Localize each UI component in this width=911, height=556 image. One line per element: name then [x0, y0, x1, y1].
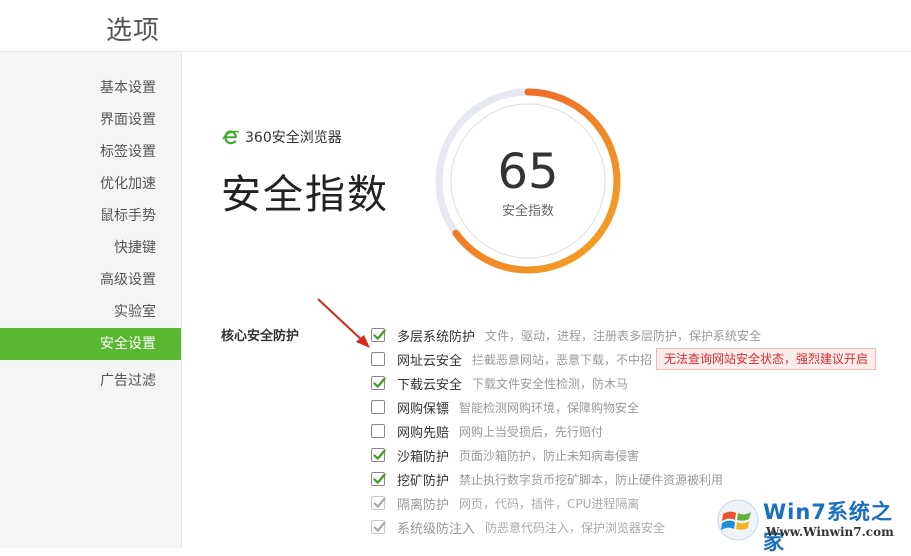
checkbox-multi-layer-protection[interactable]	[371, 328, 386, 342]
option-description: 下载文件安全性检测，防木马	[472, 376, 629, 391]
option-name: 沙箱防护	[397, 449, 450, 465]
option-description: 网页，代码，插件，CPU进程隔离	[459, 496, 640, 511]
red-arrow-annotation	[317, 298, 370, 348]
checkbox-injection-protection	[371, 520, 386, 534]
sidebar-item-basic[interactable]: 基本设置	[0, 72, 181, 104]
checkbox-mining-protection[interactable]	[371, 472, 386, 486]
checkmark-icon	[373, 473, 386, 484]
sidebar-item-optimize[interactable]: 优化加速	[0, 168, 181, 200]
sidebar-item-security[interactable]: 安全设置	[0, 328, 181, 360]
sidebar-item-interface[interactable]: 界面设置	[0, 104, 181, 136]
option-description: 页面沙箱防护，防止未知病毒侵害	[459, 448, 640, 463]
option-name: 网购先赔	[397, 425, 450, 441]
option-isolation-protection: 隔离防护 网页，代码，插件，CPU进程隔离	[371, 493, 639, 513]
security-score: 65	[497, 144, 559, 200]
option-sandbox-protection: 沙箱防护 页面沙箱防护，防止未知病毒侵害	[371, 445, 639, 465]
brand-name: 360安全浏览器	[245, 130, 342, 146]
sidebar-item-advanced[interactable]: 高级设置	[0, 264, 181, 296]
sidebar-item-mouse-gestures[interactable]: 鼠标手势	[0, 200, 181, 232]
option-name: 系统级防注入	[397, 521, 476, 537]
checkmark-icon	[373, 377, 386, 388]
browser-e-icon	[222, 130, 240, 145]
checkmark-icon	[373, 449, 386, 460]
security-score-label: 安全指数	[501, 204, 554, 219]
sidebar-item-shortcuts[interactable]: 快捷键	[0, 232, 181, 264]
sidebar-item-tabs[interactable]: 标签设置	[0, 136, 181, 168]
sidebar-item-lab[interactable]: 实验室	[0, 296, 181, 328]
option-multi-layer-protection: 多层系统防护 文件，驱动，进程，注册表多层防护，保护系统安全	[371, 325, 761, 345]
checkbox-sandbox-protection[interactable]	[371, 448, 386, 462]
warning-tooltip: 无法查询网站安全状态，强烈建议开启	[656, 348, 877, 370]
checkbox-shopping-compensation[interactable]	[371, 424, 385, 438]
option-description: 防恶意代码注入，保护浏览器安全	[485, 520, 666, 535]
checkmark-icon	[373, 521, 386, 532]
checkmark-icon	[373, 329, 386, 340]
page-title: 选项	[106, 16, 161, 46]
option-description: 文件，驱动，进程，注册表多层防护，保护系统安全	[485, 328, 762, 343]
option-url-cloud-security: 网址云安全 拦截恶意网站，恶意下载，不中招	[371, 349, 652, 369]
option-shopping-guard: 网购保镖 智能检测网购环境，保障购物安全	[371, 397, 639, 417]
sidebar: 基本设置 界面设置 标签设置 优化加速 鼠标手势 快捷键 高级设置 实验室 安全…	[0, 52, 182, 548]
option-name: 隔离防护	[397, 497, 450, 513]
windows-logo-icon	[717, 499, 759, 541]
option-injection-protection: 系统级防注入 防恶意代码注入，保护浏览器安全	[371, 517, 665, 537]
watermark: Win7系统之家 Www.Winwin7.com	[710, 492, 910, 554]
sidebar-item-ad-filter[interactable]: 广告过滤	[0, 365, 181, 397]
checkbox-url-cloud-security[interactable]	[371, 352, 385, 366]
option-name: 多层系统防护	[397, 329, 476, 345]
option-mining-protection: 挖矿防护 禁止执行数字货币挖矿脚本，防止硬件资源被利用	[371, 469, 723, 489]
checkbox-isolation-protection	[371, 496, 386, 510]
security-index-title: 安全指数	[221, 172, 389, 218]
option-download-cloud-security: 下载云安全 下载文件安全性检测，防木马	[371, 373, 628, 393]
security-gauge: 65 安全指数	[433, 86, 623, 276]
core-protection-label: 核心安全防护	[221, 329, 300, 344]
option-description: 网购上当受损后，先行赔付	[459, 424, 604, 439]
option-name: 网址云安全	[397, 353, 463, 369]
option-shopping-compensation: 网购先赔 网购上当受损后，先行赔付	[371, 421, 603, 441]
option-name: 网购保镖	[397, 401, 450, 417]
option-name: 下载云安全	[397, 377, 463, 393]
checkbox-shopping-guard[interactable]	[371, 400, 385, 414]
title-bar: 选项	[0, 0, 911, 52]
watermark-url: Www.Winwin7.com	[766, 525, 894, 539]
checkbox-download-cloud-security[interactable]	[371, 376, 386, 390]
brand: 360安全浏览器	[222, 126, 342, 148]
checkmark-icon	[373, 497, 386, 508]
option-description: 智能检测网购环境，保障购物安全	[459, 400, 640, 415]
option-name: 挖矿防护	[397, 473, 450, 489]
option-description: 拦截恶意网站，恶意下载，不中招	[472, 352, 653, 367]
option-description: 禁止执行数字货币挖矿脚本，防止硬件资源被利用	[459, 472, 724, 487]
